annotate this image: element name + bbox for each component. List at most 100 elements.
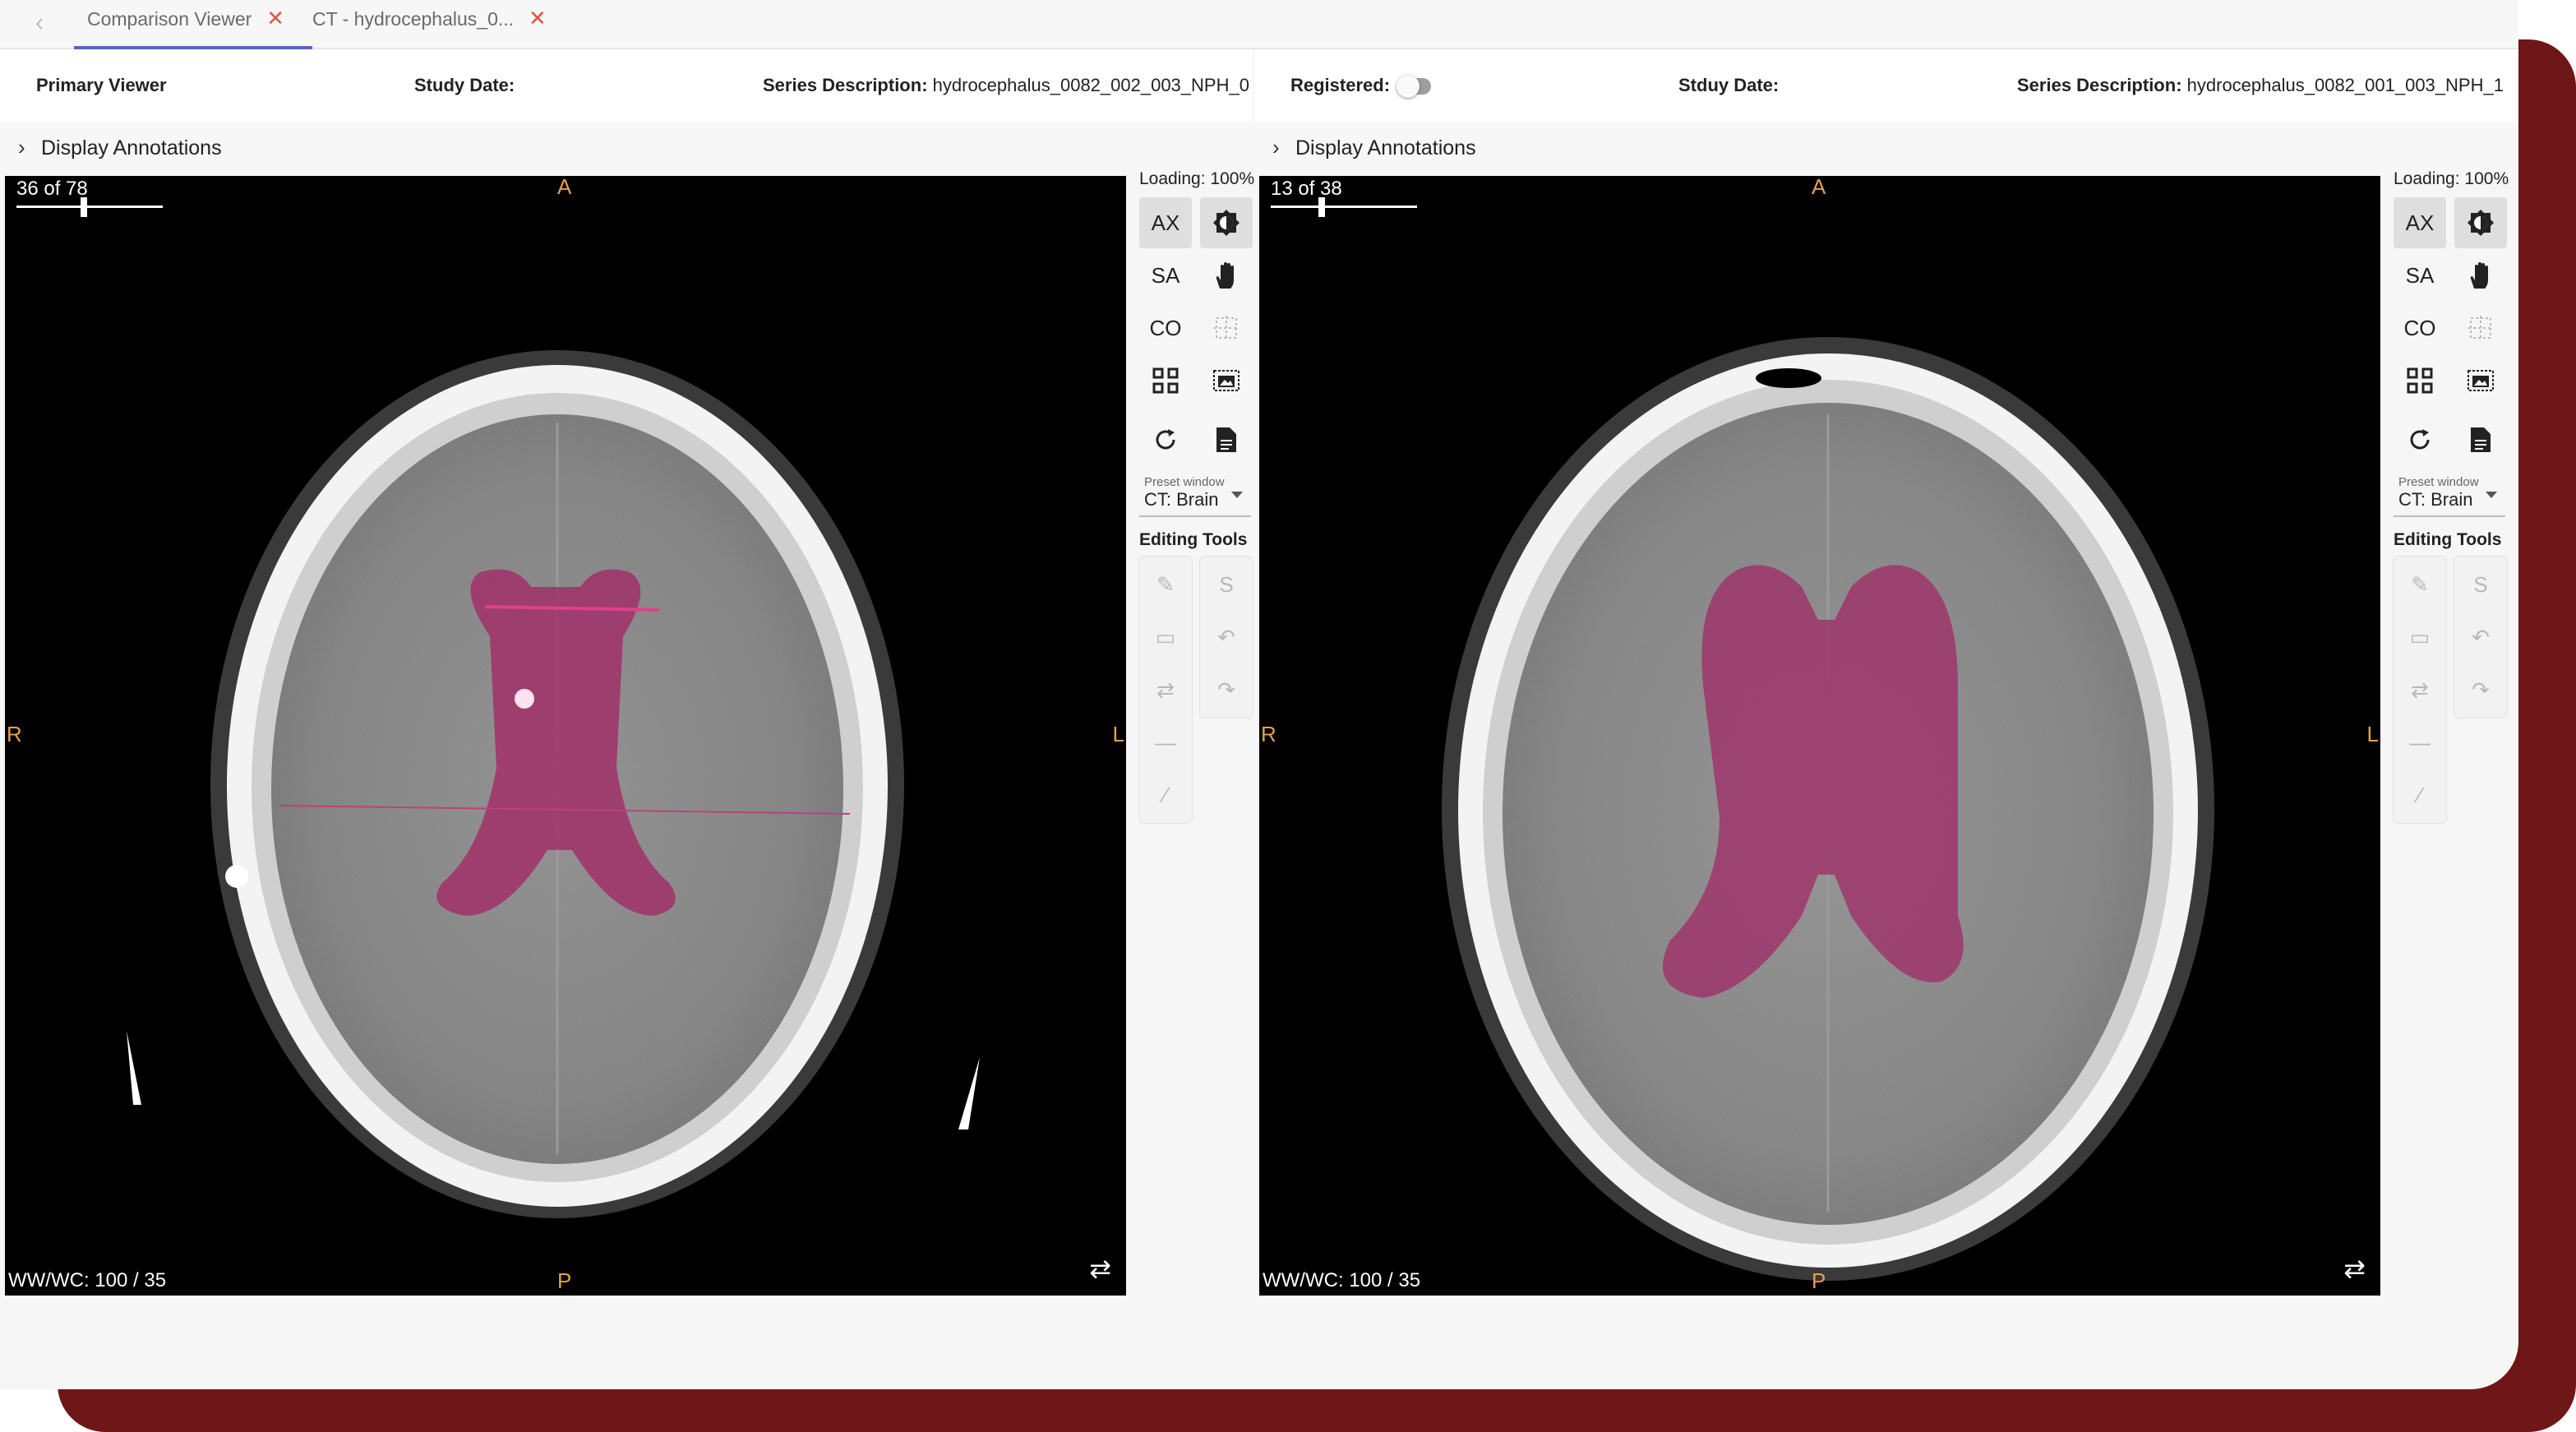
slice-slider[interactable] [1271,197,1417,217]
editing-tools-title: Editing Tools [1139,530,1248,549]
view-ax-button[interactable]: AX [1139,197,1192,248]
pan-button[interactable] [2454,250,2507,301]
annotations-label: Display Annotations [41,136,222,159]
capture-button[interactable] [1200,355,1253,406]
arrows-swap-icon[interactable]: ⇄ [2394,663,2446,716]
contrast-button[interactable] [2454,197,2507,248]
letter-tool-button[interactable]: S [2454,558,2507,611]
toggle-knob[interactable] [1396,75,1420,99]
image-capture-icon [2468,370,2494,391]
window-level-readout: WW/WC: 100 / 35 [1263,1269,1421,1291]
orientation-top: A [557,176,572,199]
display-annotations-right[interactable]: › Display Annotations [1254,122,2518,178]
action-tools [1139,414,1258,465]
preset-window-select[interactable]: Preset window CT: Brain [2394,475,2505,517]
redo-icon[interactable]: ↷ [2454,663,2507,716]
slice-counter: 36 of 78 [16,178,88,200]
tab-ct-hydrocephalus[interactable]: CT - hydrocephalus_0... ✕ [312,0,575,49]
study-date: Study Date: [414,75,515,95]
close-icon[interactable]: ✕ [266,0,284,36]
right-header: Registered: Stduy Date: Series Descripti… [1254,49,2518,122]
editing-tools-column: ✎ ▭ ⇄ — ⁄ [2394,557,2446,823]
preset-window-select[interactable]: Preset window CT: Brain [1139,475,1251,517]
orientation-bottom: P [1812,1268,1826,1293]
chevron-down-icon[interactable] [1231,492,1243,498]
view-tools: AX SA CO [2394,197,2512,406]
swap-icon[interactable]: ⇄ [1089,1253,1111,1284]
redo-icon[interactable]: ↷ [1200,663,1253,716]
slice-slider[interactable] [16,197,163,217]
view-sa-button[interactable]: SA [2394,250,2446,301]
crosshair-button[interactable] [1200,303,1253,353]
rectangle-icon[interactable]: ▭ [2394,611,2446,663]
magic-wand-icon[interactable]: ⁄ [2394,769,2446,821]
slider-thumb[interactable] [81,197,87,217]
editing-tools: ✎ ▭ ⇄ — ⁄ S ↶ ↷ [2394,557,2512,823]
hand-icon [2470,262,2488,289]
layout-button[interactable] [2394,355,2446,406]
grid-layout-icon [1152,367,1179,394]
series-value: hydrocephalus_0082_001_003_NPH_1 [2186,75,2504,95]
contrast-icon [2468,210,2494,236]
view-sa-button[interactable]: SA [1139,250,1192,301]
swap-icon[interactable]: ⇄ [2343,1253,2366,1284]
slider-thumb[interactable] [1318,197,1325,217]
refresh-icon [2410,429,2430,450]
document-icon [1216,427,1236,452]
line-icon[interactable]: — [1139,716,1192,769]
action-tools [2394,414,2512,465]
tab-comparison-viewer[interactable]: Comparison Viewer ✕ [74,0,312,49]
loading-status: Loading: 100% [2394,169,2509,188]
secondary-viewport[interactable]: 13 of 38 A P R L WW/WC: 100 / 35 ⇄ [1259,176,2380,1296]
orientation-top: A [1812,176,1826,199]
primary-viewport[interactable]: 36 of 78 A P R L WW/WC: 100 / 35 ⇄ [5,176,1126,1296]
brush-icon[interactable]: ✎ [2394,558,2446,611]
close-icon[interactable]: ✕ [529,0,547,36]
orientation-bottom: P [557,1268,572,1293]
view-co-button[interactable]: CO [1139,303,1192,353]
letter-tool-button[interactable]: S [1200,558,1253,611]
editing-tools-column: S ↶ ↷ [1200,557,1253,718]
registered-toggle[interactable] [1396,75,1432,99]
report-button[interactable] [2454,414,2507,465]
chevron-right-icon[interactable]: › [1272,122,1295,173]
reset-button[interactable] [1139,414,1192,465]
series-description: Series Description: hydrocephalus_0082_0… [763,75,1249,95]
tab-label: Comparison Viewer [87,8,252,30]
editing-tools-column: ✎ ▭ ⇄ — ⁄ [1139,557,1192,823]
orientation-left: R [7,722,22,746]
chevron-right-icon[interactable]: › [18,122,41,173]
report-button[interactable] [1200,414,1253,465]
magic-wand-icon[interactable]: ⁄ [1139,769,1192,821]
comparison-app: ‹ Comparison Viewer ✕ CT - hydrocephalus_… [0,0,2518,1389]
view-ax-button[interactable]: AX [2394,197,2446,248]
line-icon[interactable]: — [2394,716,2446,769]
editing-tools: ✎ ▭ ⇄ — ⁄ S ↶ ↷ [1139,557,1258,823]
undo-icon[interactable]: ↶ [1200,611,1253,663]
ct-slice-image [1442,337,2214,1281]
arrows-swap-icon[interactable]: ⇄ [1139,663,1192,716]
orientation-right: L [2366,722,2379,746]
crosshair-icon [2468,316,2493,340]
view-tools: AX SA CO [1139,197,1258,406]
brush-icon[interactable]: ✎ [1139,558,1192,611]
display-annotations-left[interactable]: › Display Annotations [0,122,1253,178]
layout-button[interactable] [1139,355,1192,406]
contrast-button[interactable] [1200,197,1253,248]
capture-button[interactable] [2454,355,2507,406]
view-co-button[interactable]: CO [2394,303,2446,353]
tab-bar: ‹ Comparison Viewer ✕ CT - hydrocephalus_… [0,0,2518,49]
pan-button[interactable] [1200,250,1253,301]
chevron-down-icon[interactable] [2486,492,2497,498]
orientation-left: R [1261,722,1276,746]
annotations-label: Display Annotations [1295,136,1476,159]
crosshair-button[interactable] [2454,303,2507,353]
study-date: Stduy Date: [1678,75,1780,95]
rectangle-icon[interactable]: ▭ [1139,611,1192,663]
undo-icon[interactable]: ↶ [2454,611,2507,663]
hand-icon [1216,262,1234,289]
secondary-toolbar: Loading: 100% AX SA CO Preset window CT:… [2394,169,2512,823]
chevron-left-icon[interactable]: ‹ [23,5,56,41]
reset-button[interactable] [2394,414,2446,465]
preset-label: Preset window [1144,475,1225,489]
